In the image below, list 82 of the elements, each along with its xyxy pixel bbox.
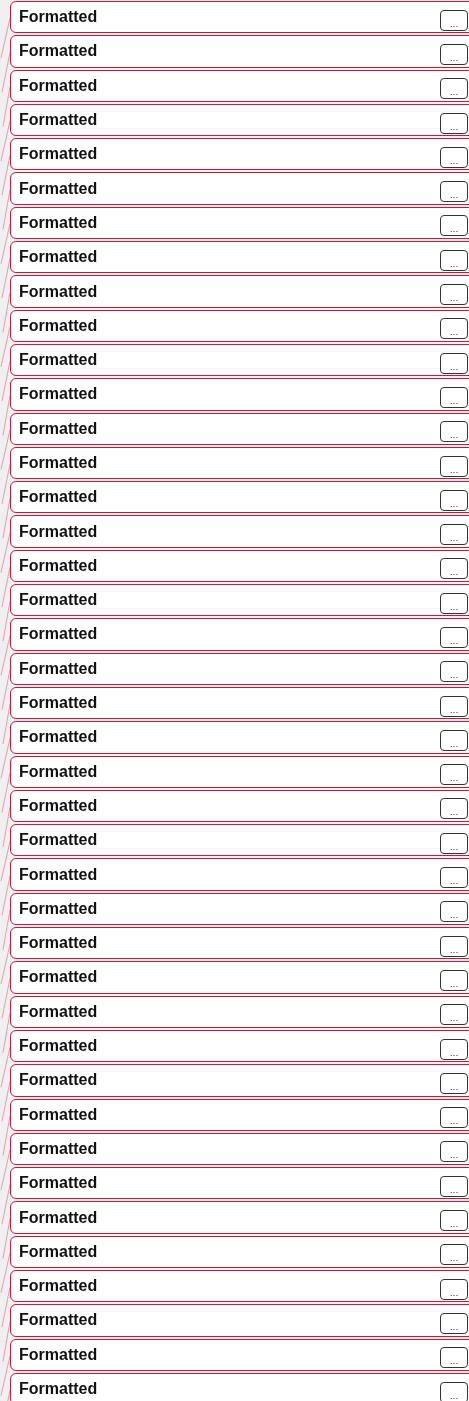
more-button[interactable]: ... (440, 558, 468, 580)
more-button[interactable]: ... (440, 832, 468, 854)
more-button[interactable]: ... (440, 969, 468, 991)
row-label: Formatted (19, 1277, 98, 1296)
row-label: Formatted (19, 556, 98, 575)
more-button[interactable]: ... (440, 352, 468, 374)
row-label: Formatted (19, 728, 98, 747)
row-label: Formatted (19, 111, 98, 130)
row-label: Formatted (19, 522, 98, 541)
more-button[interactable]: ... (440, 935, 468, 957)
more-button[interactable]: ... (440, 901, 468, 923)
row-label: Formatted (19, 488, 98, 507)
row-label: Formatted (19, 76, 98, 95)
more-button[interactable]: ... (440, 1004, 468, 1026)
more-button[interactable]: ... (440, 78, 468, 100)
row-label: Formatted (19, 1002, 98, 1021)
more-button[interactable]: ... (440, 1244, 468, 1266)
row-label: Formatted (19, 1242, 98, 1261)
more-button[interactable]: ... (440, 1072, 468, 1094)
row-label: Formatted (19, 694, 98, 713)
more-button[interactable]: ... (440, 764, 468, 786)
more-button[interactable]: ... (440, 1347, 468, 1369)
row-label: Formatted (19, 248, 98, 267)
more-button[interactable]: ... (440, 455, 468, 477)
row-label: Formatted (19, 1208, 98, 1227)
more-button[interactable]: ... (440, 1312, 468, 1334)
more-button[interactable]: ... (440, 1381, 468, 1401)
more-button[interactable]: ... (440, 9, 468, 31)
more-button[interactable]: ... (440, 146, 468, 168)
more-button[interactable]: ... (440, 1038, 468, 1060)
more-button[interactable]: ... (440, 798, 468, 820)
more-button[interactable]: ... (440, 524, 468, 546)
row-label: Formatted (19, 762, 98, 781)
more-button[interactable]: ... (440, 1141, 468, 1163)
row-label: Formatted (19, 385, 98, 404)
more-button[interactable]: ... (440, 1107, 468, 1129)
more-button[interactable]: ... (440, 215, 468, 237)
row-label: Formatted (19, 591, 98, 610)
row-label: Formatted (19, 625, 98, 644)
row-label: Formatted (19, 1139, 98, 1158)
more-button[interactable]: ... (440, 867, 468, 889)
more-button[interactable]: ... (440, 421, 468, 443)
row-label: Formatted (19, 1174, 98, 1193)
row-label: Formatted (19, 419, 98, 438)
row-label: Formatted (19, 1105, 98, 1124)
row-label: Formatted (19, 934, 98, 953)
row-label: Formatted (19, 213, 98, 232)
more-button[interactable]: ... (440, 386, 468, 408)
row-label: Formatted (19, 351, 98, 370)
more-button[interactable]: ... (440, 43, 468, 65)
row-label: Formatted (19, 1345, 98, 1364)
more-button[interactable]: ... (440, 112, 468, 134)
row-label: Formatted (19, 1037, 98, 1056)
more-button[interactable]: ... (440, 489, 468, 511)
row-label: Formatted (19, 179, 98, 198)
more-button[interactable]: ... (440, 695, 468, 717)
row-label: Formatted (19, 659, 98, 678)
row-label: Formatted (19, 1311, 98, 1330)
more-button[interactable]: ... (440, 249, 468, 271)
row-label: Formatted (19, 899, 98, 918)
row-label: Formatted (19, 796, 98, 815)
more-button[interactable]: ... (440, 1175, 468, 1197)
row-label: Formatted (19, 1071, 98, 1090)
row-label: Formatted (19, 865, 98, 884)
more-button[interactable]: ... (440, 661, 468, 683)
row-label: Formatted (19, 145, 98, 164)
row-label: Formatted (19, 968, 98, 987)
more-button[interactable]: ... (440, 729, 468, 751)
row-label: Formatted (19, 316, 98, 335)
more-button[interactable]: ... (440, 1278, 468, 1300)
row-label: Formatted (19, 831, 98, 850)
more-button[interactable]: ... (440, 181, 468, 203)
more-button[interactable]: ... (440, 318, 468, 340)
more-button[interactable]: ... (440, 627, 468, 648)
row-label: Formatted (19, 1380, 98, 1398)
row-label: Formatted (19, 454, 98, 472)
row-label: Formatted (19, 282, 98, 301)
more-button[interactable]: ... (440, 592, 468, 614)
more-button[interactable]: ... (440, 1210, 468, 1232)
row-label: Formatted (19, 42, 98, 61)
row-label: Formatted (19, 8, 98, 27)
more-button[interactable]: ... (440, 284, 468, 305)
